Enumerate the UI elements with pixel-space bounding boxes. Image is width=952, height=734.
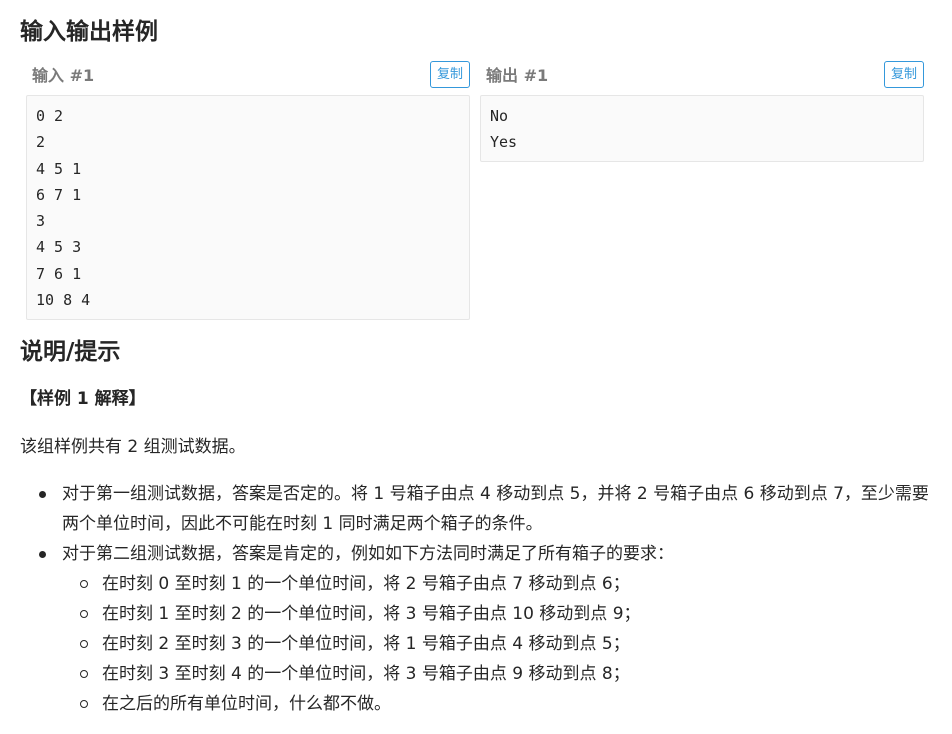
sample-output-header: 输出 #1 复制 xyxy=(480,58,924,90)
sample-input: 输入 #1 复制 0 2 2 4 5 1 6 7 1 3 4 5 3 7 6 1… xyxy=(26,58,470,320)
sub-list-item: 在时刻 1 至时刻 2 的一个单位时间，将 3 号箱子由点 10 移动到点 9； xyxy=(62,599,930,629)
sample-input-label: 输入 #1 xyxy=(32,66,95,85)
list-item: 对于第一组测试数据，答案是否定的。将 1 号箱子由点 4 移动到点 5，并将 2… xyxy=(38,479,930,539)
code-line: 7 6 1 xyxy=(36,264,82,283)
code-line: Yes xyxy=(490,133,518,152)
hint-title: 说明/提示 xyxy=(20,339,121,365)
sub-list-item: 在时刻 2 至时刻 3 的一个单位时间，将 1 号箱子由点 4 移动到点 5； xyxy=(62,629,930,659)
list-item-text: 对于第一组测试数据，答案是否定的。将 1 号箱子由点 4 移动到点 5，并将 2… xyxy=(62,484,929,534)
sub-list: 在时刻 0 至时刻 1 的一个单位时间，将 2 号箱子由点 7 移动到点 6； … xyxy=(62,569,930,719)
hint-subheading: 【样例 1 解释】 xyxy=(20,389,146,409)
code-line: 2 xyxy=(36,133,46,152)
sub-list-item: 在之后的所有单位时间，什么都不做。 xyxy=(62,689,930,719)
sample-output: 输出 #1 复制 No Yes xyxy=(480,58,924,162)
code-line: 4 5 1 xyxy=(36,159,82,178)
explanation-list: 对于第一组测试数据，答案是否定的。将 1 号箱子由点 4 移动到点 5，并将 2… xyxy=(38,479,930,719)
code-line: 4 5 3 xyxy=(36,238,82,257)
sample-output-code[interactable]: No Yes xyxy=(480,95,924,162)
code-line: 3 xyxy=(36,212,46,231)
copy-output-button[interactable]: 复制 xyxy=(883,60,924,88)
sub-list-item: 在时刻 3 至时刻 4 的一个单位时间，将 3 号箱子由点 9 移动到点 8； xyxy=(62,659,930,689)
list-item: 对于第二组测试数据，答案是肯定的，例如如下方法同时满足了所有箱子的要求： 在时刻… xyxy=(38,539,930,719)
sample-input-code[interactable]: 0 2 2 4 5 1 6 7 1 3 4 5 3 7 6 1 10 8 4 xyxy=(26,95,470,320)
sample-input-header: 输入 #1 复制 xyxy=(26,58,470,90)
code-line: 6 7 1 xyxy=(36,185,82,204)
sample-output-label: 输出 #1 xyxy=(486,66,549,85)
code-line: 10 8 4 xyxy=(36,291,91,310)
copy-input-button[interactable]: 复制 xyxy=(429,60,470,88)
list-item-text: 对于第二组测试数据，答案是肯定的，例如如下方法同时满足了所有箱子的要求： xyxy=(62,544,674,564)
code-line: No xyxy=(490,107,509,125)
hint-intro: 该组样例共有 2 组测试数据。 xyxy=(20,437,246,457)
samples-title: 输入输出样例 xyxy=(20,19,158,45)
sub-list-item: 在时刻 0 至时刻 1 的一个单位时间，将 2 号箱子由点 7 移动到点 6； xyxy=(62,569,930,599)
code-line: 0 2 xyxy=(36,107,64,125)
